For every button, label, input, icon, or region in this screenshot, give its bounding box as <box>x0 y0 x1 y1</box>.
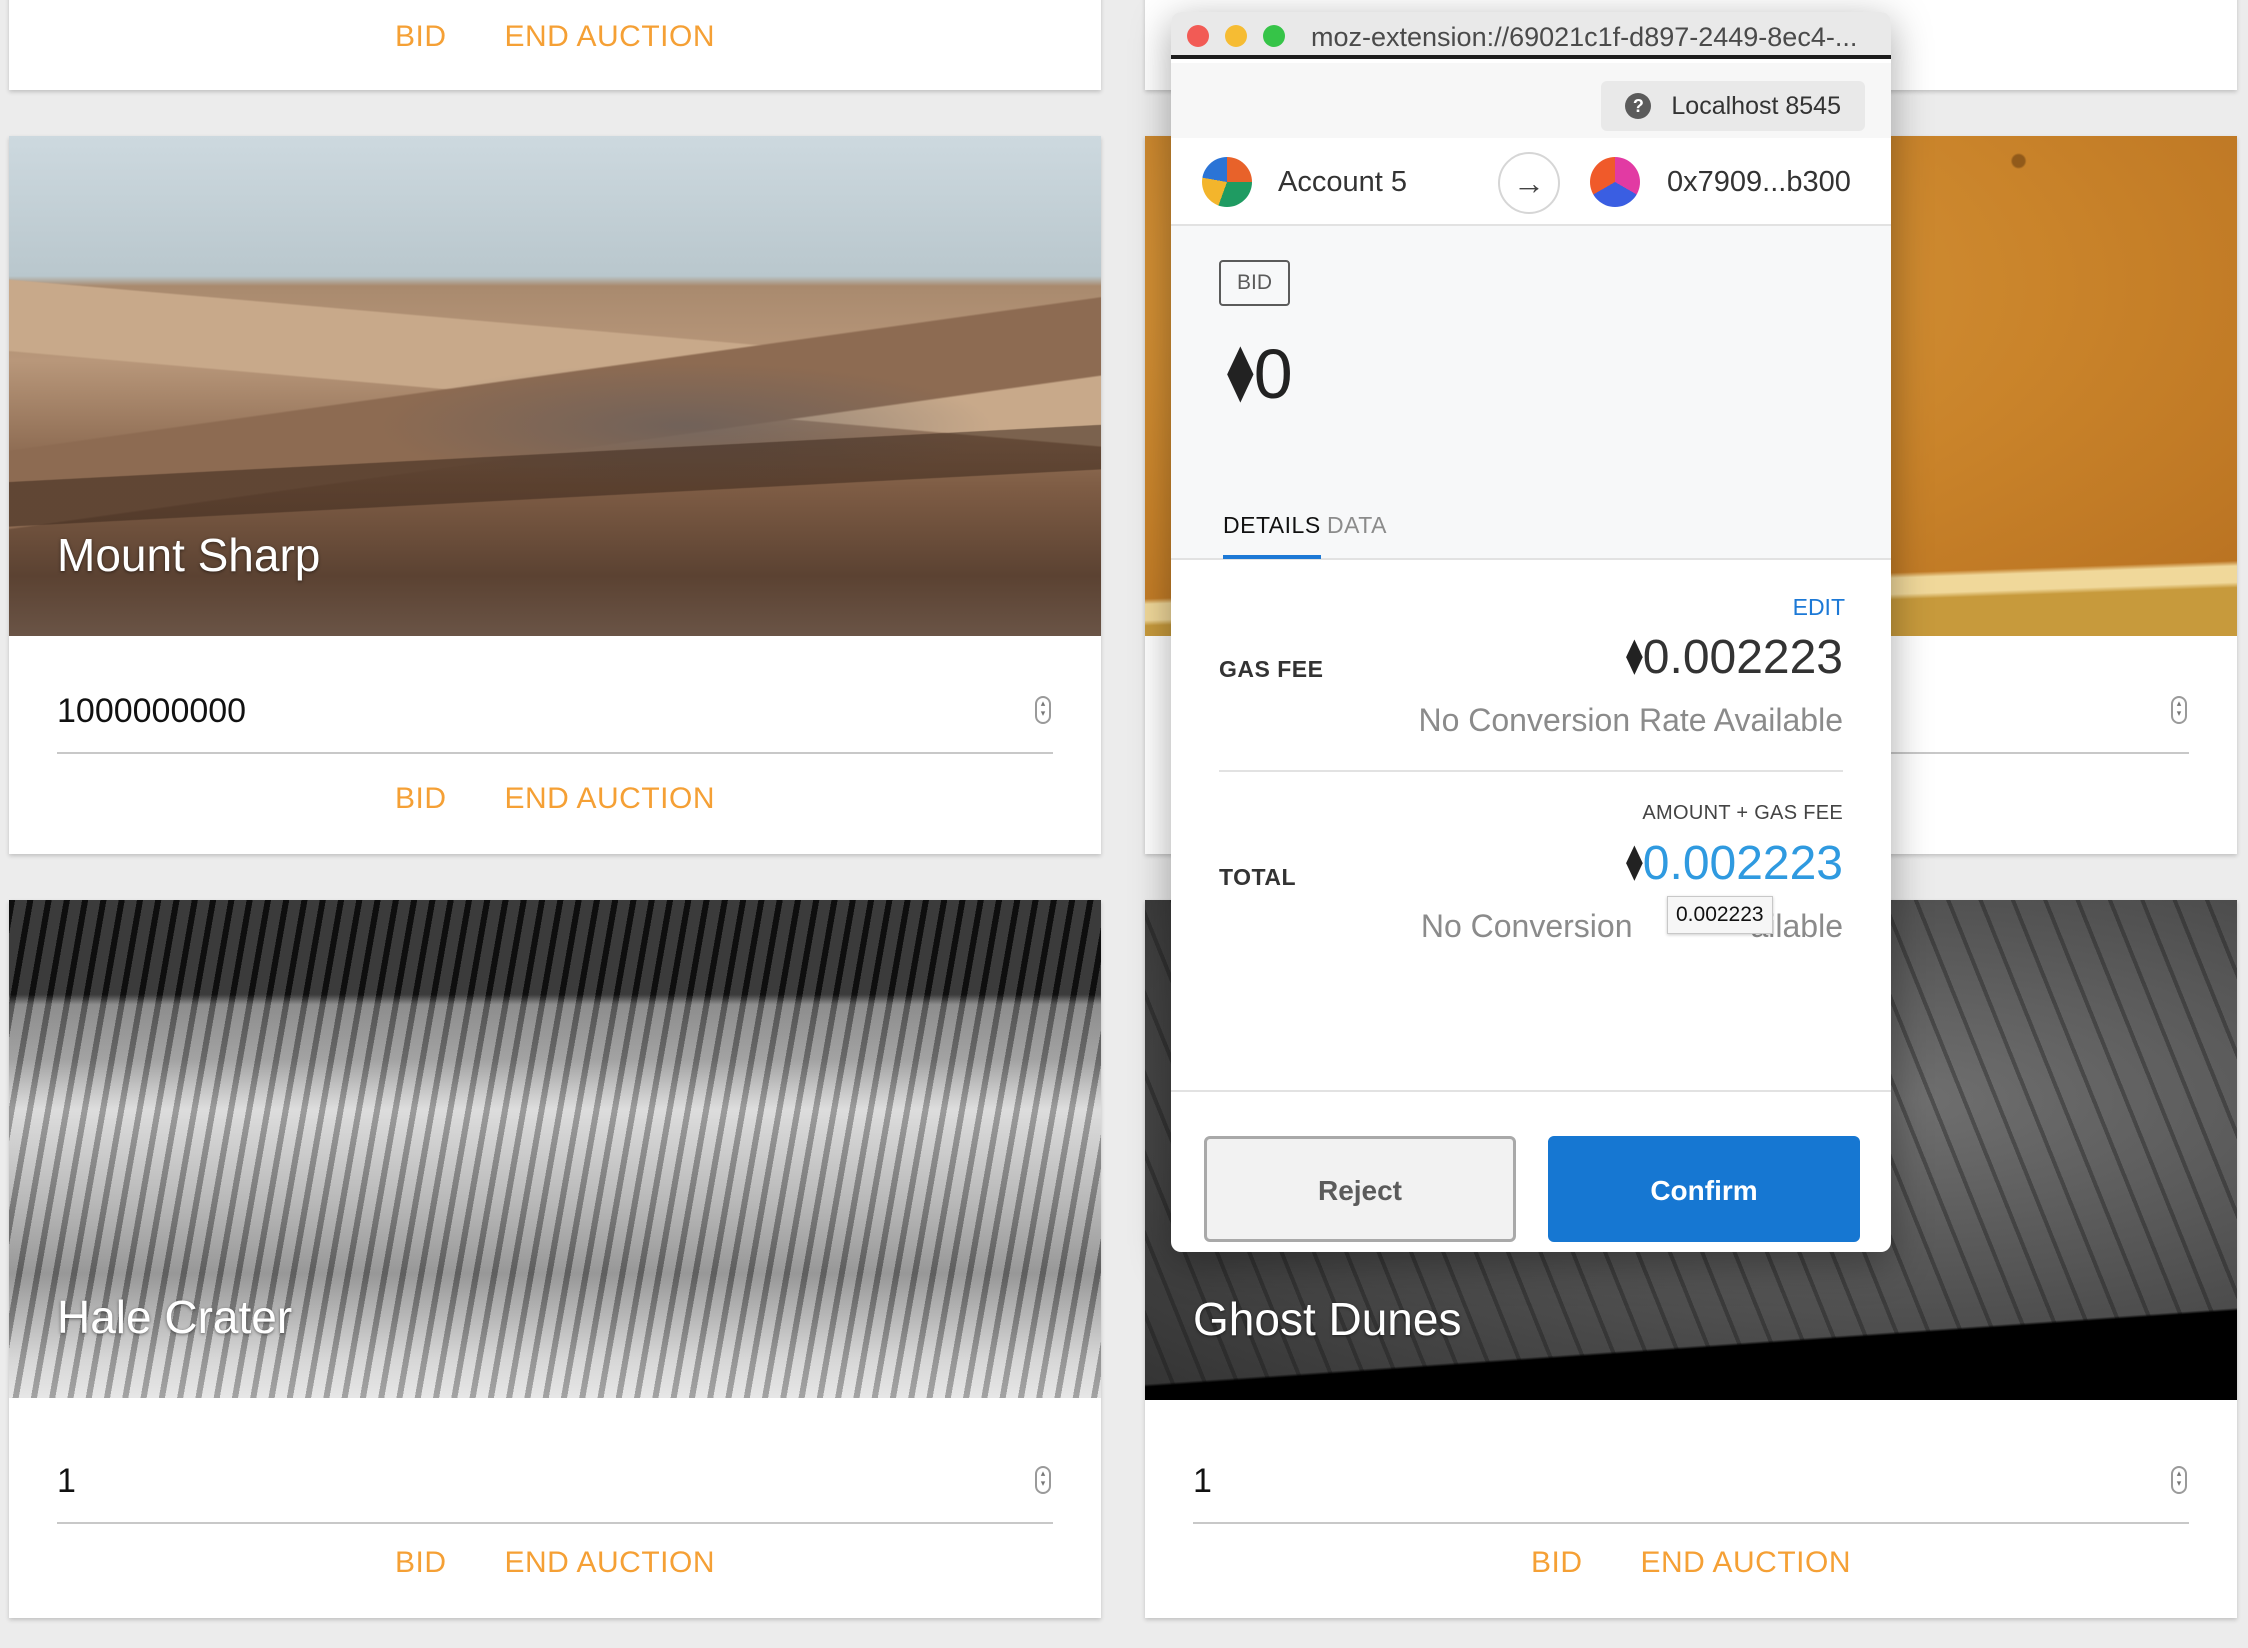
number-spinner-icon[interactable]: ▴ ▾ <box>2171 696 2187 724</box>
amount-value: 0 <box>1253 335 1293 413</box>
auction-card-mount-sharp: Mount Sharp 1000000000 ▴ ▾ BID END AUCTIO… <box>9 136 1101 854</box>
end-auction-button[interactable]: END AUCTION <box>504 1546 715 1580</box>
reject-button[interactable]: Reject <box>1204 1136 1516 1242</box>
divider <box>1219 770 1843 772</box>
help-icon: ? <box>1625 93 1652 119</box>
window-titlebar: moz-extension://69021c1f-d897-2449-8ec4-… <box>1171 12 1891 59</box>
total-conversion: No Conversion ailable <box>1421 908 1843 945</box>
end-auction-button[interactable]: END AUCTION <box>504 20 715 54</box>
ethereum-icon: ⧫ <box>1227 342 1254 402</box>
method-badge: BID <box>1219 260 1291 306</box>
mount-sharp-image: Mount Sharp <box>9 136 1101 636</box>
amount-plus-gas-header: AMOUNT + GAS FEE <box>1642 802 1843 824</box>
arrow-right-icon: → <box>1498 152 1560 214</box>
card-title: Mount Sharp <box>57 529 321 581</box>
bid-amount-value: 1 <box>57 1462 76 1500</box>
bid-amount-input[interactable]: 1 ▴ ▾ <box>1193 1444 2189 1524</box>
from-account-name: Account 5 <box>1278 166 1407 198</box>
ethereum-icon: ⧫ <box>1625 843 1643 881</box>
gas-fee-conversion: No Conversion Rate Available <box>1418 702 1843 738</box>
card-actions: BID END AUCTION <box>9 20 1101 54</box>
auction-card-top-left: BID END AUCTION <box>9 0 1101 90</box>
auction-card-hale-crater: Hale Crater 1 ▴ ▾ BID END AUCTION <box>9 900 1101 1618</box>
card-title: Hale Crater <box>57 1291 293 1343</box>
bid-amount-input[interactable]: 1 ▴ ▾ <box>57 1444 1053 1524</box>
network-bar: ? Localhost 8545 <box>1171 63 1891 138</box>
number-spinner-icon[interactable]: ▴ ▾ <box>1035 696 1051 724</box>
number-spinner-icon[interactable]: ▴ ▾ <box>2171 1466 2187 1494</box>
card-actions: BID END AUCTION <box>1145 1546 2237 1580</box>
hale-crater-image: Hale Crater <box>9 900 1101 1398</box>
transaction-amount: ⧫0 <box>1227 334 1293 414</box>
gas-fee-label: GAS FEE <box>1219 656 1324 682</box>
number-spinner-icon[interactable]: ▴ ▾ <box>1035 1466 1051 1494</box>
total-amount: ⧫0.002223 <box>1626 836 1843 891</box>
account-transfer-row: Account 5 → 0x7909...b300 <box>1171 138 1891 226</box>
to-account-avatar <box>1590 157 1640 207</box>
network-selector[interactable]: ? Localhost 8545 <box>1601 81 1865 131</box>
gas-fee-amount: ⧫0.002223 <box>1626 630 1843 685</box>
end-auction-button[interactable]: END AUCTION <box>1640 1546 1851 1580</box>
bid-button[interactable]: BID <box>395 1546 447 1580</box>
bid-button[interactable]: BID <box>395 20 447 54</box>
card-title: Ghost Dunes <box>1193 1293 1462 1345</box>
from-account-avatar <box>1202 157 1252 207</box>
end-auction-button[interactable]: END AUCTION <box>504 782 715 816</box>
card-actions: BID END AUCTION <box>9 782 1101 816</box>
to-address: 0x7909...b300 <box>1667 166 1851 198</box>
edit-gas-link[interactable]: EDIT <box>1793 594 1845 621</box>
bid-amount-input[interactable]: 1000000000 ▴ ▾ <box>57 674 1053 754</box>
network-name: Localhost 8545 <box>1671 92 1841 120</box>
tab-details[interactable]: DETAILS <box>1223 512 1321 559</box>
card-actions: BID END AUCTION <box>9 1546 1101 1580</box>
window-url: moz-extension://69021c1f-d897-2449-8ec4-… <box>1311 22 1858 52</box>
confirm-button[interactable]: Confirm <box>1548 1136 1860 1242</box>
metamask-popup: moz-extension://69021c1f-d897-2449-8ec4-… <box>1171 12 1891 1252</box>
tab-data[interactable]: DATA <box>1327 512 1387 555</box>
total-value: 0.002223 <box>1642 837 1843 890</box>
action-footer: Reject Confirm <box>1171 1090 1891 1250</box>
bid-button[interactable]: BID <box>1531 1546 1583 1580</box>
gas-fee-value: 0.002223 <box>1642 631 1843 684</box>
bid-button[interactable]: BID <box>395 782 447 816</box>
total-conversion-prefix: No Conversion <box>1420 908 1633 944</box>
bid-amount-value: 1 <box>1193 1462 1212 1500</box>
value-tooltip: 0.002223 <box>1667 896 1773 934</box>
bid-amount-value: 1000000000 <box>57 692 247 730</box>
minimize-window-icon[interactable] <box>1225 25 1247 47</box>
details-panel: EDIT GAS FEE ⧫0.002223 No Conversion Rat… <box>1171 560 1891 1100</box>
ethereum-icon: ⧫ <box>1625 637 1643 675</box>
total-label: TOTAL <box>1219 864 1297 890</box>
zoom-window-icon[interactable] <box>1263 25 1285 47</box>
transaction-summary: BID ⧫0 DETAILS DATA <box>1171 226 1891 560</box>
close-window-icon[interactable] <box>1187 25 1209 47</box>
